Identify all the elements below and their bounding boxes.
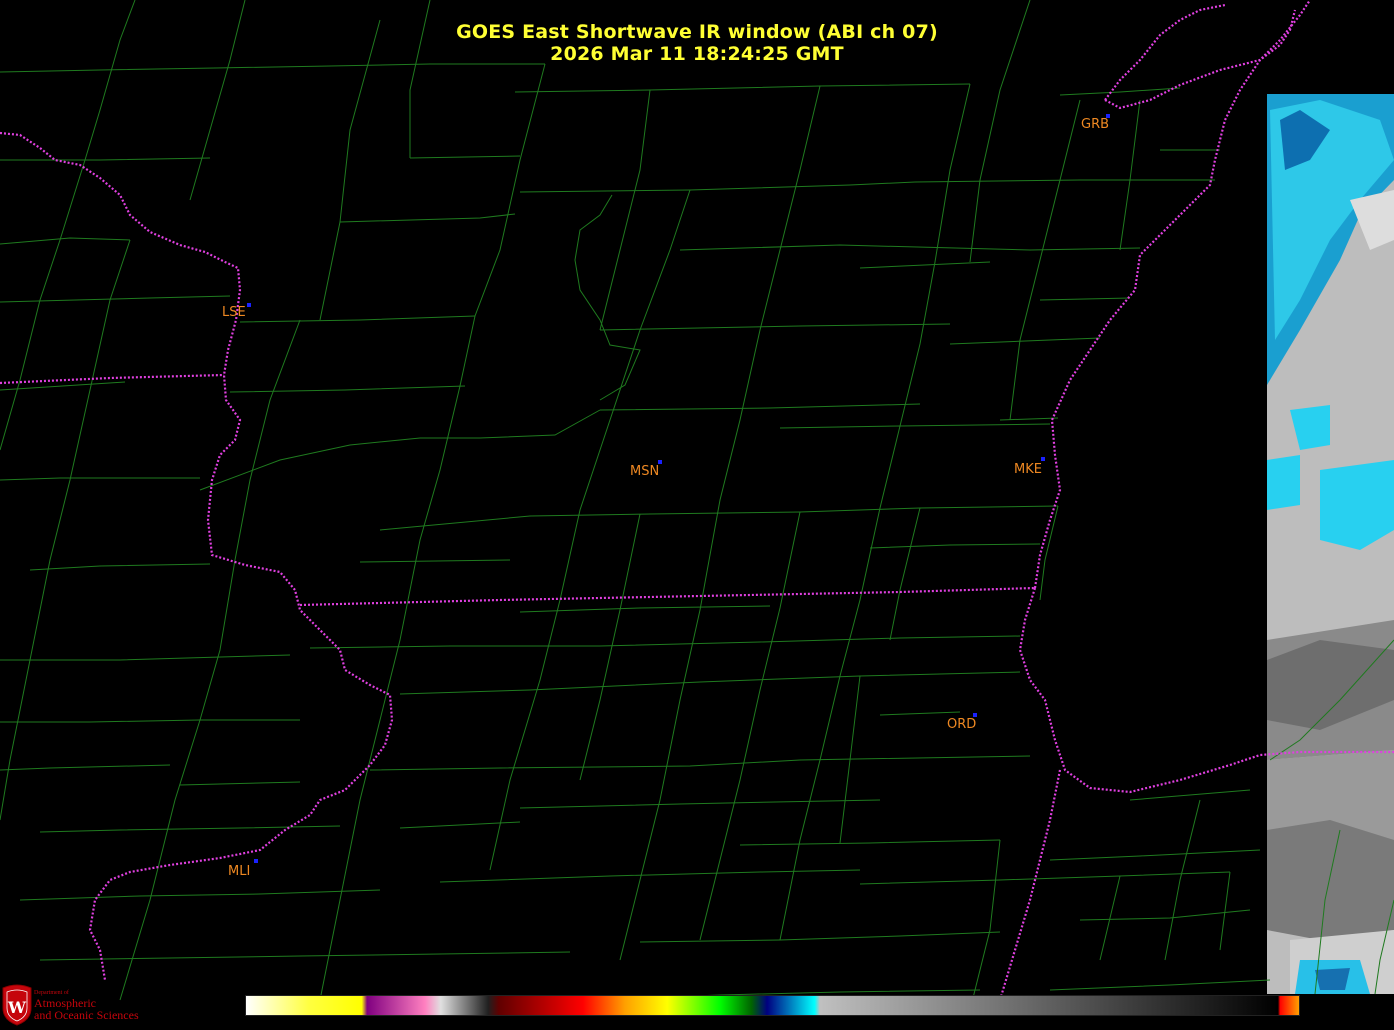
brightness-temperature-colorbar [245, 995, 1300, 1016]
map-timestamp: 2026 Mar 11 18:24:25 GMT [550, 43, 844, 65]
station-marker-mli [254, 859, 258, 863]
satellite-map [0, 0, 1394, 1011]
satellite-cloud-imagery [1267, 94, 1394, 994]
station-label-grb: GRB [1081, 117, 1110, 132]
station-label-mke: MKE [1014, 462, 1042, 477]
logo-line2: and Oceanic Sciences [34, 1008, 139, 1022]
svg-text:W: W [7, 998, 27, 1017]
station-markers [247, 114, 1110, 863]
map-title: GOES East Shortwave IR window (ABI ch 07… [456, 21, 938, 43]
department-logo: Department of Atmospheric and Oceanic Sc… [34, 990, 139, 1021]
station-marker-mke [1041, 457, 1045, 461]
station-label-ord: ORD [947, 717, 977, 732]
map-viewer: GOES East Shortwave IR window (ABI ch 07… [0, 0, 1394, 1030]
station-label-msn: MSN [630, 464, 660, 479]
uw-seal-icon: W [2, 984, 32, 1026]
station-label-mli: MLI [228, 864, 251, 879]
station-label-lse: LSE [222, 305, 246, 320]
station-marker-lse [247, 303, 251, 307]
